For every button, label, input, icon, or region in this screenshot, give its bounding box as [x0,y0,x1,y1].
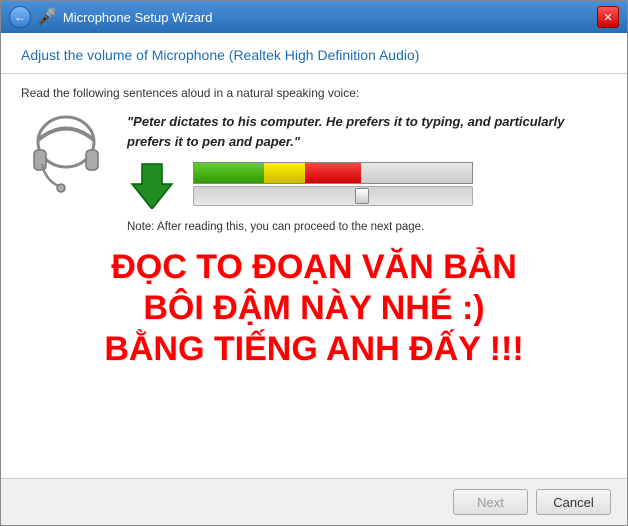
header-section: Adjust the volume of Microphone (Realtek… [1,33,627,74]
green-arrow-icon [127,159,177,209]
right-panel: "Peter dictates to his computer. He pref… [127,112,607,233]
content-area: Adjust the volume of Microphone (Realtek… [1,33,627,478]
volume-bar [193,162,473,184]
wizard-window: ← 🎤 Microphone Setup Wizard ✕ Adjust the… [0,0,628,526]
note-text: Note: After reading this, you can procee… [127,221,607,233]
window-title: Microphone Setup Wizard [63,10,213,25]
page-title: Adjust the volume of Microphone (Realtek… [21,47,607,63]
vol-green-segment [194,163,264,183]
vol-gray-segment [361,163,472,183]
title-bar: ← 🎤 Microphone Setup Wizard ✕ [1,1,627,33]
middle-row: "Peter dictates to his computer. He pref… [21,112,607,233]
track-thumb[interactable] [355,188,369,204]
vol-yellow-segment [264,163,306,183]
overlay-text-area: ĐỌC TO ĐOẠN VĂN BẢN BÔI ĐẬM NÀY NHÉ :) B… [21,241,607,375]
title-icon: 🎤 [37,7,57,27]
volume-arrow-row [127,159,607,209]
overlay-line-3: BẰNG TIẾNG ANH ĐẤY !!! [31,329,597,370]
vol-red-segment [305,163,361,183]
footer: Next Cancel [1,478,627,525]
overlay-line-2: BÔI ĐẬM NÀY NHÉ :) [31,288,597,329]
quote-text: "Peter dictates to his computer. He pref… [127,112,607,151]
headset-area [21,112,111,202]
back-button[interactable]: ← [9,6,31,28]
next-button[interactable]: Next [453,489,528,515]
overlay-line-1: ĐỌC TO ĐOẠN VĂN BẢN [31,247,597,288]
instruction-text: Read the following sentences aloud in a … [21,86,607,100]
headset-icon [26,112,106,202]
main-section: Read the following sentences aloud in a … [1,74,627,478]
cancel-button[interactable]: Cancel [536,489,611,515]
title-bar-controls: ✕ [597,6,619,28]
title-bar-left: ← 🎤 Microphone Setup Wizard [9,6,597,28]
track-bar[interactable] [193,186,473,206]
close-button[interactable]: ✕ [597,6,619,28]
volume-bar-wrapper [193,162,473,206]
